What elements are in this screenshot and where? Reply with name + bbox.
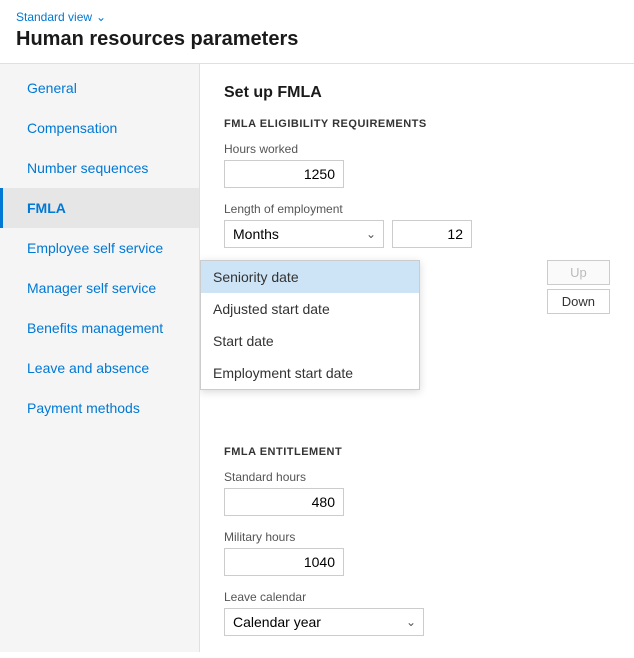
standard-view-toggle[interactable]: Standard view ⌄ [16, 10, 618, 24]
entitlement-section: FMLA ENTITLEMENT Standard hours Military… [224, 446, 610, 636]
layout: General Compensation Number sequences FM… [0, 64, 634, 652]
standard-hours-input[interactable] [224, 488, 344, 516]
main-content: Set up FMLA FMLA ELIGIBILITY REQUIREMENT… [200, 64, 634, 652]
down-button[interactable]: Down [547, 289, 610, 314]
hours-worked-input[interactable] [224, 160, 344, 188]
sidebar-item-general[interactable]: General [0, 68, 199, 108]
sidebar-item-payment-methods[interactable]: Payment methods [0, 388, 199, 428]
page-title: Human resources parameters [16, 28, 618, 51]
hours-worked-group: Hours worked [224, 142, 610, 188]
length-of-employment-group: Length of employment Months Years ⌄ [224, 202, 610, 248]
military-hours-input[interactable] [224, 548, 344, 576]
leave-calendar-group: Leave calendar Calendar year Rolling yea… [224, 590, 610, 636]
standard-hours-label: Standard hours [224, 470, 610, 484]
dropdown-item-employment[interactable]: Employment start date [201, 357, 419, 389]
chevron-down-icon: ⌄ [96, 10, 106, 24]
dropdown-item-adjusted[interactable]: Adjusted start date [201, 293, 419, 325]
sidebar-item-compensation[interactable]: Compensation [0, 108, 199, 148]
military-hours-label: Military hours [224, 530, 610, 544]
sidebar-item-fmla[interactable]: FMLA [0, 188, 199, 228]
dropdown-item-seniority[interactable]: Seniority date [201, 261, 419, 293]
length-inline-row: Months Years ⌄ [224, 220, 610, 248]
sidebar-item-number-sequences[interactable]: Number sequences [0, 148, 199, 188]
leave-calendar-dropdown[interactable]: Calendar year Rolling year [224, 608, 424, 636]
standard-view-label: Standard view [16, 10, 92, 24]
sidebar-item-manager-self-service[interactable]: Manager self service [0, 268, 199, 308]
sidebar: General Compensation Number sequences FM… [0, 64, 200, 652]
sidebar-item-employee-self-service[interactable]: Employee self service [0, 228, 199, 268]
up-button[interactable]: Up [547, 260, 610, 285]
eligibility-priority-dropdown: Seniority date Adjusted start date Start… [200, 260, 420, 390]
eligibility-priority-group: Eligibility date priority sequence Senio… [224, 262, 610, 276]
length-dropdown-wrapper: Months Years ⌄ [224, 220, 384, 248]
leave-calendar-label: Leave calendar [224, 590, 610, 604]
sidebar-item-leave-and-absence[interactable]: Leave and absence [0, 348, 199, 388]
length-number-input[interactable] [392, 220, 472, 248]
military-hours-group: Military hours [224, 530, 610, 576]
standard-hours-group: Standard hours [224, 470, 610, 516]
section-title: Set up FMLA [224, 84, 610, 102]
leave-calendar-wrapper: Calendar year Rolling year ⌄ [224, 608, 424, 636]
sidebar-item-benefits-management[interactable]: Benefits management [0, 308, 199, 348]
entitlement-subsection-title: FMLA ENTITLEMENT [224, 446, 610, 458]
length-dropdown[interactable]: Months Years [224, 220, 384, 248]
updown-group: Up Down [547, 260, 610, 314]
eligibility-subsection-title: FMLA ELIGIBILITY REQUIREMENTS [224, 118, 610, 130]
hours-worked-label: Hours worked [224, 142, 610, 156]
length-of-employment-label: Length of employment [224, 202, 610, 216]
dropdown-item-start[interactable]: Start date [201, 325, 419, 357]
top-bar: Standard view ⌄ Human resources paramete… [0, 0, 634, 64]
